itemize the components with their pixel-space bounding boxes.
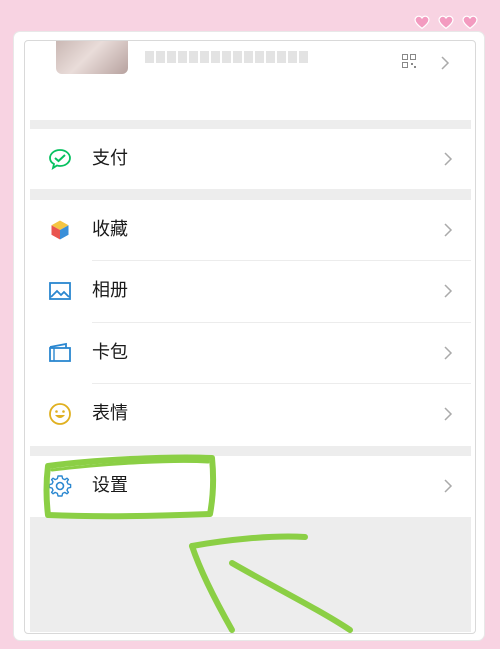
heart-icon [438, 15, 454, 30]
decorative-hearts [414, 14, 478, 30]
heart-icon [414, 15, 430, 30]
menu-item-label: 设置 [92, 475, 128, 496]
section-divider [30, 189, 471, 200]
chevron-right-icon [444, 284, 453, 298]
menu-item-pay[interactable]: 支付 [30, 129, 471, 189]
smiley-icon [49, 403, 71, 425]
menu-item-label: 相册 [92, 280, 128, 301]
cube-icon [50, 219, 70, 241]
chevron-right-icon [444, 407, 453, 421]
section-divider [30, 446, 471, 456]
qr-code-icon[interactable] [402, 54, 416, 68]
wallet-icon [49, 342, 71, 362]
empty-area [30, 517, 471, 632]
menu-item-label: 表情 [92, 403, 128, 424]
menu-item-label: 卡包 [92, 342, 128, 363]
chevron-right-icon [444, 152, 453, 166]
heart-icon [462, 15, 478, 30]
blurred-user-name [145, 48, 345, 66]
chevron-right-icon [441, 56, 450, 70]
image-icon [49, 282, 71, 300]
chevron-right-icon [444, 223, 453, 237]
profile-header[interactable] [30, 40, 471, 120]
section-divider [30, 120, 471, 129]
menu-item-settings[interactable]: 设置 [30, 456, 471, 517]
chevron-right-icon [444, 346, 453, 360]
chevron-right-icon [444, 479, 453, 493]
phone-screen: 支付 收藏 相册 卡包 表情 设置 [30, 40, 471, 632]
menu-item-label: 支付 [92, 148, 128, 169]
gear-icon [48, 475, 72, 497]
menu-item-stickers[interactable]: 表情 [30, 384, 471, 446]
menu-item-favorites[interactable]: 收藏 [30, 200, 471, 261]
avatar[interactable] [56, 40, 128, 74]
menu-item-cards[interactable]: 卡包 [30, 323, 471, 384]
menu-item-label: 收藏 [92, 219, 128, 240]
wechat-pay-icon [49, 149, 71, 170]
menu-item-album[interactable]: 相册 [30, 261, 471, 323]
